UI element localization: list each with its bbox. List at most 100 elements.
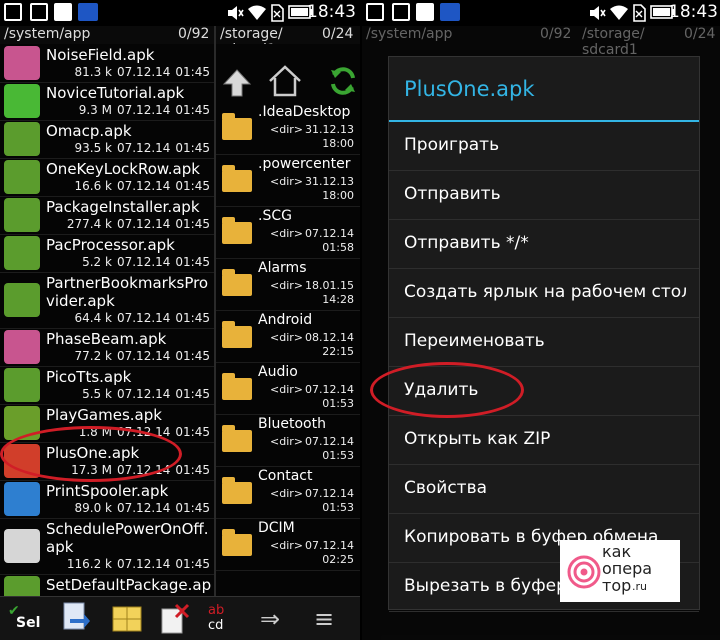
right-file-list[interactable]: .IdeaDesktop <dir> 31.12.13 18:00 .powercent… — [216, 44, 360, 596]
file-row[interactable]: PartnerBookmarksProvider.apk 64.4 k 07.12.… — [0, 272, 214, 329]
menu-item[interactable]: Свойства — [389, 465, 699, 514]
file-meta: 93.5 k 07.12.14 01:45 — [74, 141, 210, 155]
file-size: 9.3 M — [78, 103, 112, 117]
file-meta: 16.6 k 07.12.14 01:45 — [74, 179, 210, 193]
copy-move-button[interactable] — [58, 601, 94, 637]
up-folder-button[interactable] — [216, 62, 256, 102]
rename-label-bottom: cd — [208, 618, 224, 633]
no-sim-icon — [271, 4, 284, 22]
menu-item[interactable]: Переименовать — [389, 318, 699, 367]
folder-name: .powercenter — [258, 156, 351, 172]
file-row[interactable]: PrintSpooler.apk 89.0 k 07.12.14 01:45 — [0, 480, 214, 519]
menu-button[interactable]: ≡ — [306, 601, 342, 637]
file-row[interactable]: NoviceTutorial.apk 9.3 M 07.12.14 01:45 — [0, 82, 214, 121]
folder-row[interactable]: Audio <dir> 07.12.14 01:53 — [216, 362, 360, 415]
menu-item[interactable]: Проиграть — [389, 122, 699, 171]
file-row[interactable]: OneKeyLockRow.apk 16.6 k 07.12.14 01:45 — [0, 158, 214, 197]
folder-type: <dir> — [270, 175, 303, 188]
context-menu-dialog: PlusOne.apk Проиграть Отправить Отправить … — [388, 56, 700, 612]
no-sim-icon — [633, 4, 646, 22]
file-row[interactable]: PackageInstaller.apk 277.4 k 07.12.14 01:45 — [0, 196, 214, 235]
phasebeam-icon — [4, 330, 40, 364]
file-date: 07.12.14 — [116, 311, 171, 325]
home-button[interactable] — [264, 62, 304, 102]
folder-date: 31.12.13 — [305, 123, 354, 136]
folder-row[interactable]: Android <dir> 08.12.14 22:15 — [216, 310, 360, 363]
menu-item[interactable]: Отправить — [389, 171, 699, 220]
folder-row[interactable]: Contact <dir> 07.12.14 01:53 — [216, 466, 360, 519]
pack-button[interactable] — [110, 601, 146, 637]
file-date: 07.12.14 — [116, 103, 171, 117]
image-icon — [392, 3, 410, 21]
folder-time: 01:58 — [322, 241, 354, 254]
folder-icon — [222, 373, 252, 400]
file-row[interactable]: PhaseBeam.apk 77.2 k 07.12.14 01:45 — [0, 328, 214, 367]
clock: 18:43 — [669, 2, 718, 22]
file-row[interactable]: PicoTts.apk 5.5 k 07.12.14 01:45 — [0, 366, 214, 405]
folder-name: Alarms — [258, 260, 307, 276]
file-name: PacProcessor.apk — [46, 236, 175, 254]
folder-icon — [222, 425, 252, 452]
file-name: PicoTts.apk — [46, 368, 132, 386]
file-row[interactable]: PacProcessor.apk 5.2 k 07.12.14 01:45 — [0, 234, 214, 273]
folder-row[interactable]: Alarms <dir> 18.01.15 14:28 — [216, 258, 360, 311]
file-date: 07.12.14 — [116, 65, 171, 79]
folder-type: <dir> — [270, 487, 303, 500]
left-file-list[interactable]: NoiseField.apk 81.3 k 07.12.14 01:45 NoviceT… — [0, 44, 214, 612]
file-name: PhaseBeam.apk — [46, 330, 167, 348]
folder-icon — [222, 269, 252, 296]
folder-type: <dir> — [270, 435, 303, 448]
folder-name: .IdeaDesktop — [258, 104, 351, 120]
file-date: 07.12.14 — [116, 501, 171, 515]
file-date: 07.12.14 — [116, 141, 171, 155]
file-meta: 81.3 k 07.12.14 01:45 — [74, 65, 210, 79]
file-meta: 64.4 k 07.12.14 01:45 — [74, 311, 210, 325]
file-name: SchedulePowerOnOff.apk — [46, 520, 209, 556]
delete-button[interactable] — [158, 601, 194, 637]
file-row[interactable]: Omacp.apk 93.5 k 07.12.14 01:45 — [0, 120, 214, 159]
file-time: 01:45 — [175, 103, 210, 117]
folder-row[interactable]: .SCG <dir> 07.12.14 01:58 — [216, 206, 360, 259]
app-notification-icon — [416, 3, 434, 21]
file-row[interactable]: NoiseField.apk 81.3 k 07.12.14 01:45 — [0, 44, 214, 83]
menu-item[interactable]: Открыть как ZIP — [389, 416, 699, 465]
folder-date: 07.12.14 — [305, 487, 354, 500]
watermark-line3: тор — [602, 576, 632, 595]
folder-row[interactable]: .powercenter <dir> 31.12.13 18:00 — [216, 154, 360, 207]
file-name: PartnerBookmarksProvider.apk — [46, 274, 209, 310]
menu-item[interactable]: Создать ярлык на рабочем столе — [389, 269, 699, 318]
folder-date: 07.12.14 — [305, 383, 354, 396]
folder-row[interactable]: Bluetooth <dir> 07.12.14 01:53 — [216, 414, 360, 467]
folder-row[interactable]: .IdeaDesktop <dir> 31.12.13 18:00 — [216, 102, 360, 155]
folder-name: DCIM — [258, 520, 295, 536]
home-icon — [269, 65, 301, 97]
refresh-button[interactable] — [326, 64, 360, 98]
status-bar: 18:43 — [362, 0, 720, 26]
file-row[interactable]: SchedulePowerOnOff.apk 116.2 k 07.12.14 01:… — [0, 518, 214, 575]
menu-item-label: Создать ярлык на рабочем столе — [404, 282, 686, 302]
checkmark-icon: ✔ — [8, 603, 20, 619]
rename-button[interactable]: ab cd — [204, 601, 240, 637]
folder-time: 22:15 — [322, 345, 354, 358]
folder-row[interactable]: DCIM <dir> 07.12.14 02:25 — [216, 518, 360, 571]
select-button[interactable]: Sel ✔ — [6, 601, 42, 637]
menu-item-label: Отправить — [404, 184, 501, 204]
folder-name: Android — [258, 312, 313, 328]
menu-item[interactable]: Отправить */* — [389, 220, 699, 269]
left-panel-path: /system/app — [4, 26, 91, 42]
file-meta: 77.2 k 07.12.14 01:45 — [74, 349, 210, 363]
folder-time: 18:00 — [322, 189, 354, 202]
menu-item-label: Переименовать — [404, 331, 545, 351]
file-size: 89.0 k — [74, 501, 112, 515]
file-size: 5.2 k — [82, 255, 112, 269]
file-date: 07.12.14 — [116, 387, 171, 401]
file-size: 93.5 k — [74, 141, 112, 155]
file-name: OneKeyLockRow.apk — [46, 160, 200, 178]
image-icon — [30, 3, 48, 21]
file-time: 01:45 — [175, 141, 210, 155]
file-manager-screen: 18:43 /system/app 0/92 /storage/ sdcard1… — [0, 0, 360, 640]
swap-panels-button[interactable]: ⇒ — [256, 601, 292, 637]
refresh-icon — [331, 67, 355, 95]
folder-type: <dir> — [270, 331, 303, 344]
left-panel-count: 0/92 — [178, 26, 210, 42]
